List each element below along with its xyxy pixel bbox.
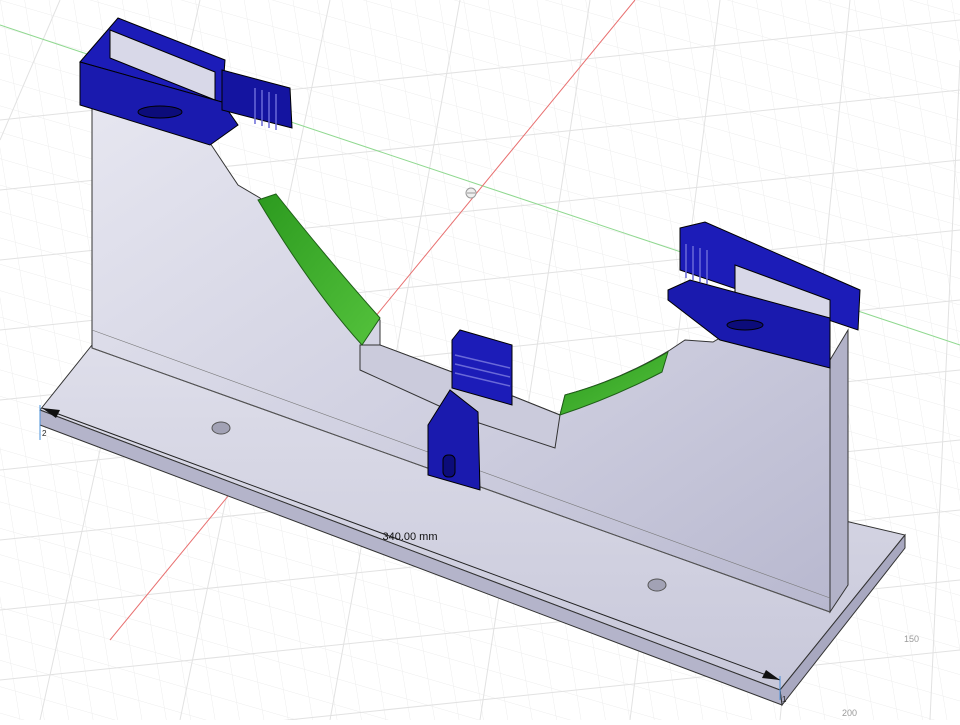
clip-slot-right [726, 319, 764, 331]
3d-viewport[interactable]: 340.00 mm 2 1 150 200 [0, 0, 960, 725]
center-clip-slot [442, 454, 456, 478]
dimension-endpoint-left: 2 [42, 429, 47, 438]
dimension-endpoint-right: 1 [782, 695, 787, 704]
grid-label-150: 150 [904, 634, 919, 644]
dimension-value[interactable]: 340.00 mm [382, 531, 437, 543]
mount-hole-right[interactable] [647, 578, 667, 592]
mount-hole-left[interactable] [211, 421, 231, 435]
grid-label-200: 200 [842, 708, 857, 718]
clip-slot [137, 105, 183, 119]
origin-point-icon[interactable] [465, 187, 477, 199]
